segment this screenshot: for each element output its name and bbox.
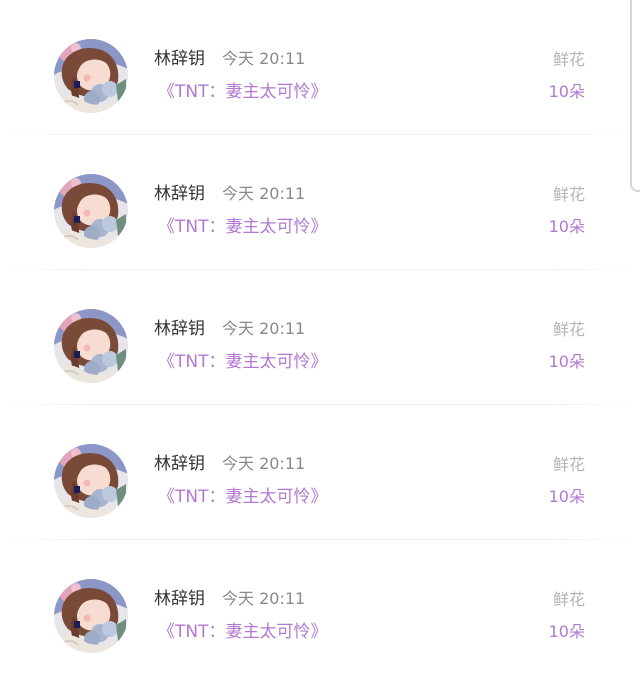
avatar-image [54,39,128,113]
gift-count: 10朵 [548,352,585,371]
list-item[interactable]: 林辞钥 今天 20:11 《TNT：妻主太可怜》 鲜花 10朵 [0,540,640,675]
timestamp: 今天 20:11 [222,454,306,473]
book-title-link[interactable]: 《TNT：妻主太可怜》 [158,351,328,373]
list-item[interactable]: 林辞钥 今天 20:11 《TNT：妻主太可怜》 鲜花 10朵 [0,405,640,540]
avatar[interactable] [54,309,128,383]
gift-type-label: 鲜花 [552,320,585,339]
gift-type-label: 鲜花 [552,590,585,609]
gift-type-label: 鲜花 [552,50,585,69]
username[interactable]: 林辞钥 [154,453,205,475]
avatar[interactable] [54,39,128,113]
book-title-link[interactable]: 《TNT：妻主太可怜》 [158,81,328,103]
list-item[interactable]: 林辞钥 今天 20:11 《TNT：妻主太可怜》 鲜花 10朵 [0,270,640,405]
avatar-image [54,174,128,248]
timestamp: 今天 20:11 [222,49,306,68]
username[interactable]: 林辞钥 [154,48,205,70]
gift-count: 10朵 [548,217,585,236]
avatar-image [54,444,128,518]
avatar[interactable] [54,579,128,653]
flower-gift-list: 林辞钥 今天 20:11 《TNT：妻主太可怜》 鲜花 10朵 林辞钥 今天 2… [0,0,640,668]
book-title-link[interactable]: 《TNT：妻主太可怜》 [158,216,328,238]
book-title-link[interactable]: 《TNT：妻主太可怜》 [158,486,328,508]
timestamp: 今天 20:11 [222,589,306,608]
gift-type-label: 鲜花 [552,185,585,204]
gift-count: 10朵 [548,82,585,101]
avatar[interactable] [54,174,128,248]
avatar-image [54,579,128,653]
list-item[interactable]: 林辞钥 今天 20:11 《TNT：妻主太可怜》 鲜花 10朵 [0,0,640,135]
timestamp: 今天 20:11 [222,184,306,203]
gift-count: 10朵 [548,487,585,506]
username[interactable]: 林辞钥 [154,183,205,205]
gift-count: 10朵 [548,622,585,641]
avatar-image [54,309,128,383]
gift-type-label: 鲜花 [552,455,585,474]
scrollbar[interactable] [630,0,640,192]
list-item[interactable]: 林辞钥 今天 20:11 《TNT：妻主太可怜》 鲜花 10朵 [0,135,640,270]
book-title-link[interactable]: 《TNT：妻主太可怜》 [158,621,328,643]
username[interactable]: 林辞钥 [154,318,205,340]
avatar[interactable] [54,444,128,518]
username[interactable]: 林辞钥 [154,588,205,610]
timestamp: 今天 20:11 [222,319,306,338]
